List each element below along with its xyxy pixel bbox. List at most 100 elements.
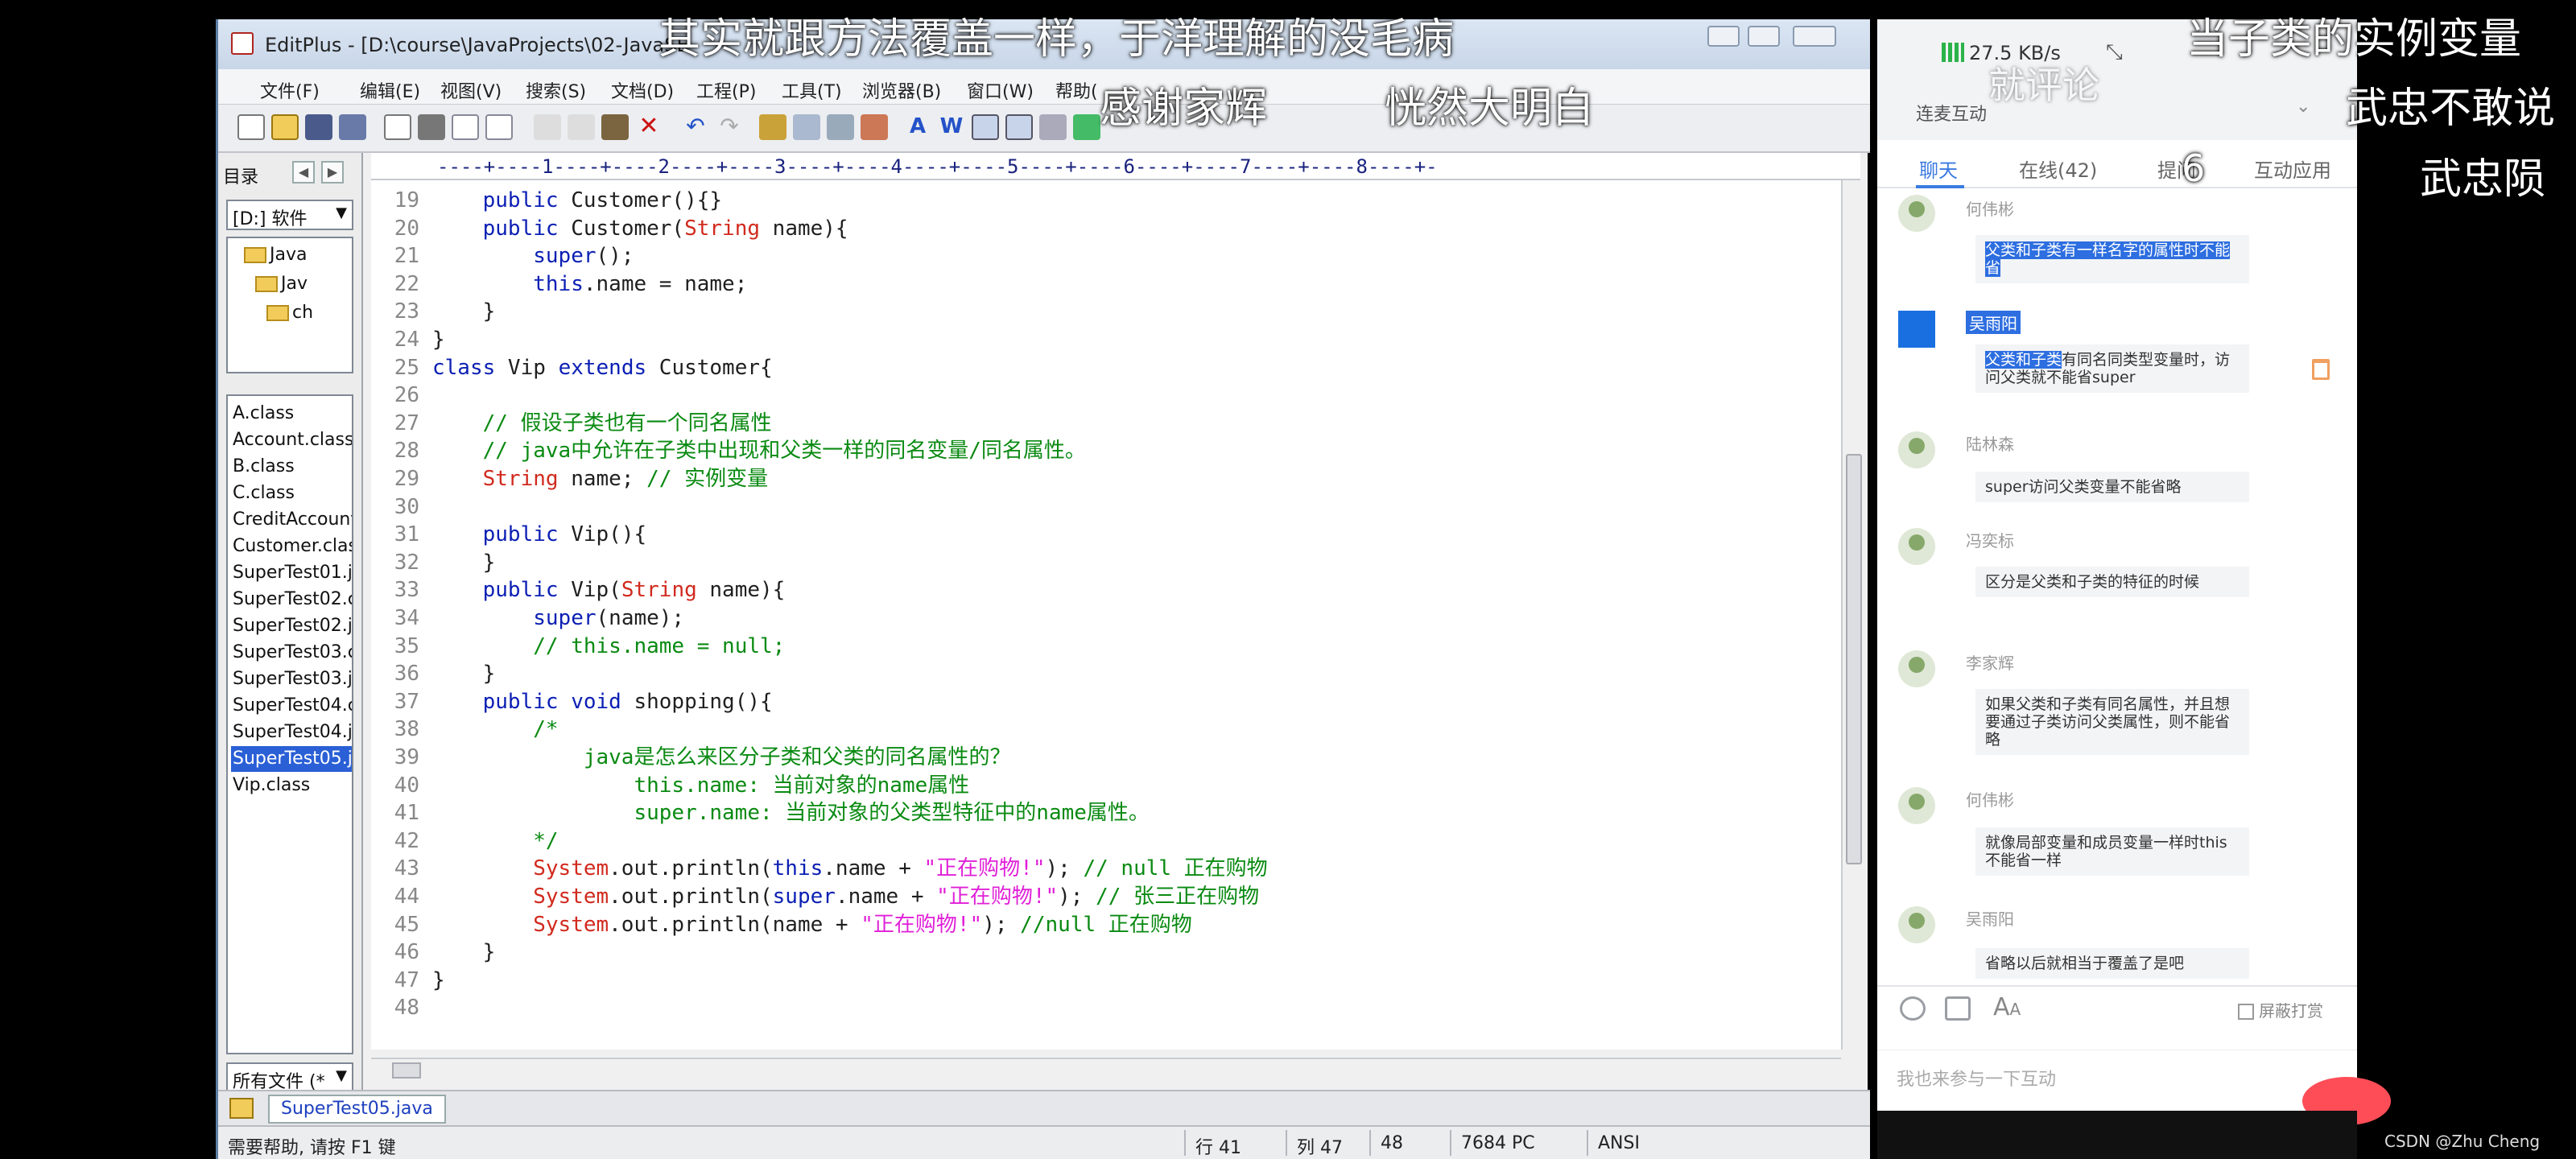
file-list-item[interactable]: C.class: [231, 481, 296, 506]
file-filter-select[interactable]: 所有文件 (* ▼: [226, 1062, 353, 1093]
drive-select[interactable]: [D:] 软件 ▼: [226, 200, 353, 230]
find-icon[interactable]: [759, 114, 786, 140]
line-number: 33: [394, 578, 419, 603]
line-number: 35: [394, 633, 419, 658]
line-number: 26: [394, 383, 419, 408]
collapse-icon[interactable]: ⤡: [2106, 40, 2123, 65]
tree-item[interactable]: Java: [244, 245, 307, 269]
font-icon[interactable]: A: [904, 114, 931, 140]
redo-icon[interactable]: ↷: [716, 114, 743, 140]
menu-browser[interactable]: 浏览器(B): [862, 77, 941, 103]
goto-icon[interactable]: [827, 114, 854, 140]
directory-tab[interactable]: 目录: [223, 163, 258, 188]
chevron-down-icon[interactable]: ⌄: [2296, 97, 2310, 117]
folder-open-icon: [266, 305, 289, 321]
menu-search[interactable]: 搜索(S): [526, 77, 586, 103]
image-icon[interactable]: [1945, 996, 1971, 1021]
file-list-item[interactable]: Customer.clas: [231, 534, 352, 559]
file-list-item[interactable]: SuperTest01.j: [231, 560, 352, 586]
file-list-item[interactable]: B.class: [231, 454, 296, 480]
menu-document[interactable]: 文档(D): [611, 77, 674, 103]
minimize-button[interactable]: [1707, 26, 1740, 47]
file-list-item[interactable]: SuperTest02.j: [231, 613, 352, 639]
file-list-item[interactable]: Vip.class: [231, 773, 312, 798]
file-list-item[interactable]: A.class: [231, 401, 295, 427]
file-list-item[interactable]: SuperTest04.c: [231, 693, 352, 719]
scroll-thumb[interactable]: [1846, 454, 1862, 864]
vertical-scrollbar[interactable]: [1841, 180, 1865, 1050]
file-list-item[interactable]: SuperTest05.j: [231, 746, 352, 772]
copy-icon[interactable]: [568, 114, 595, 140]
save-all-icon[interactable]: [339, 114, 366, 140]
word-wrap-icon[interactable]: W: [938, 114, 965, 140]
file-list[interactable]: A.class Account.class B.class C.class Credit…: [226, 394, 353, 1054]
new-file-icon[interactable]: [237, 114, 265, 140]
tree-item[interactable]: Jav: [255, 274, 308, 298]
tab-chat[interactable]: 聊天: [1919, 155, 1958, 183]
delete-icon[interactable]: ✕: [635, 114, 663, 140]
file-list-item[interactable]: SuperTest04.j: [231, 720, 352, 745]
file-list-item[interactable]: SuperTest03.j: [231, 666, 352, 692]
replace-icon[interactable]: [793, 114, 820, 140]
tab-online[interactable]: 在线(42): [2019, 155, 2097, 183]
avatar: [1898, 431, 1935, 468]
paste-icon[interactable]: [601, 114, 629, 140]
folder-tree[interactable]: Java Jav ch: [226, 237, 353, 373]
line-number: 43: [394, 856, 419, 881]
status-help: 需要帮助, 请按 F1 键: [228, 1138, 396, 1158]
chat-toolbar: AA 屏蔽打赏: [1877, 985, 2357, 1025]
cut-icon[interactable]: [534, 114, 561, 140]
print-preview-icon[interactable]: [384, 114, 411, 140]
close-button[interactable]: [1793, 26, 1836, 47]
menu-window[interactable]: 窗口(W): [967, 77, 1034, 103]
open-folder-icon[interactable]: [271, 114, 299, 140]
block-gifts-toggle[interactable]: 屏蔽打赏: [2238, 998, 2323, 1021]
indent-icon[interactable]: [861, 114, 888, 140]
trash-icon[interactable]: [2312, 359, 2330, 380]
ruler-toggle-icon[interactable]: [972, 114, 999, 140]
print-icon[interactable]: [418, 114, 445, 140]
file-list-item[interactable]: SuperTest03.c: [231, 640, 352, 666]
menu-project[interactable]: 工程(P): [696, 77, 756, 103]
tab-supertest05[interactable]: SuperTest05.java: [268, 1095, 446, 1124]
message-list[interactable]: 何伟彬 父类和子类有一样名字的属性时不能省 吴雨阳 父类和子类有同名同类型变量时…: [1877, 190, 2357, 995]
chat-mode[interactable]: 连麦互动: [1916, 100, 1987, 126]
font-size-icon[interactable]: AA: [1993, 993, 2021, 1021]
line-number-toggle-icon[interactable]: [1005, 114, 1033, 140]
menu-view[interactable]: 视图(V): [440, 77, 502, 103]
preview-icon[interactable]: [485, 114, 513, 140]
column-ruler: ----+----1----+----2----+----3----+----4…: [371, 153, 1860, 180]
scroll-thumb[interactable]: [392, 1062, 421, 1079]
code-text: }: [432, 660, 496, 687]
code-token: Vip(){: [558, 522, 647, 547]
code-text: }: [432, 938, 496, 966]
code-token: System: [533, 885, 609, 909]
menu-edit[interactable]: 编辑(E): [360, 77, 420, 103]
status-lines: 48: [1381, 1133, 1403, 1153]
line-number: 20: [394, 216, 419, 241]
emoji-icon[interactable]: [1900, 996, 1926, 1021]
panel-prev-icon[interactable]: ◀: [292, 161, 315, 184]
menu-file[interactable]: 文件(F): [260, 77, 320, 103]
file-list-item[interactable]: CreditAccount: [231, 507, 352, 533]
menu-help[interactable]: 帮助(: [1055, 77, 1098, 103]
code-token: }: [432, 940, 496, 965]
file-list-item[interactable]: Account.class: [231, 427, 352, 453]
panel-next-icon[interactable]: ▶: [321, 161, 344, 184]
menu-tools[interactable]: 工具(T): [782, 77, 842, 103]
checkbox[interactable]: [2238, 1004, 2254, 1020]
code-editor[interactable]: 19 public Customer(){} 20 public Customer…: [371, 180, 1841, 1050]
directory-toggle-icon[interactable]: [1039, 114, 1067, 140]
horizontal-scrollbar[interactable]: [371, 1058, 1841, 1082]
message-author: 吴雨阳: [1966, 311, 2021, 334]
undo-icon[interactable]: ↶: [682, 114, 709, 140]
maximize-button[interactable]: [1748, 26, 1780, 47]
tab-apps[interactable]: 互动应用: [2254, 155, 2331, 183]
save-icon[interactable]: [305, 114, 332, 140]
file-list-item[interactable]: SuperTest02.c: [231, 587, 352, 612]
tree-item[interactable]: ch: [266, 303, 313, 327]
spell-check-icon[interactable]: [452, 114, 479, 140]
chat-input[interactable]: 我也来参与一下互动: [1877, 1050, 2357, 1111]
run-icon[interactable]: [1073, 114, 1100, 140]
